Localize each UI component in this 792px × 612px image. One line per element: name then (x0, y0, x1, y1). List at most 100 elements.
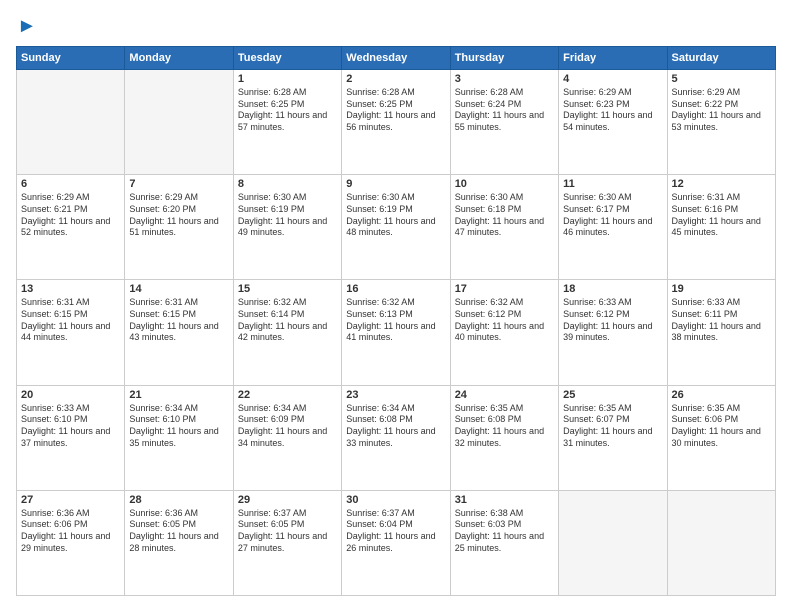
calendar-cell (559, 490, 667, 595)
logo: ► (16, 16, 37, 36)
day-info: Sunrise: 6:29 AM Sunset: 6:20 PM Dayligh… (129, 192, 228, 239)
calendar-table: SundayMondayTuesdayWednesdayThursdayFrid… (16, 46, 776, 596)
day-number: 12 (672, 178, 771, 190)
week-row-1: 1Sunrise: 6:28 AM Sunset: 6:25 PM Daylig… (17, 70, 776, 175)
calendar-cell: 10Sunrise: 6:30 AM Sunset: 6:18 PM Dayli… (450, 175, 558, 280)
day-number: 14 (129, 283, 228, 295)
day-number: 30 (346, 494, 445, 506)
day-number: 31 (455, 494, 554, 506)
calendar-cell: 13 Sunrise: 6:31 AM Sunset: 6:15 PM Dayli… (17, 280, 125, 385)
day-info: Sunrise: 6:36 AM Sunset: 6:05 PM Dayligh… (129, 508, 228, 555)
calendar-cell: 15 Sunrise: 6:32 AM Sunset: 6:14 PM Dayli… (233, 280, 341, 385)
calendar-cell: 4 Sunrise: 6:29 AM Sunset: 6:23 PM Daylig… (559, 70, 667, 175)
day-info: Sunrise: 6:29 AM Sunset: 6:23 PM Dayligh… (563, 87, 662, 134)
day-info: Sunrise: 6:33 AM Sunset: 6:10 PM Dayligh… (21, 403, 120, 450)
day-number: 13 (21, 283, 120, 295)
day-info: Sunrise: 6:34 AM Sunset: 6:09 PM Dayligh… (238, 403, 337, 450)
week-row-4: 20 Sunrise: 6:33 AM Sunset: 6:10 PM Dayli… (17, 385, 776, 490)
weekday-header-friday: Friday (559, 47, 667, 70)
day-number: 17 (455, 283, 554, 295)
calendar-cell: 27Sunrise: 6:36 AM Sunset: 6:06 PM Dayli… (17, 490, 125, 595)
day-info: Sunrise: 6:28 AM Sunset: 6:25 PM Dayligh… (346, 87, 445, 134)
day-info: Sunrise: 6:30 AM Sunset: 6:19 PM Dayligh… (346, 192, 445, 239)
week-row-3: 13 Sunrise: 6:31 AM Sunset: 6:15 PM Dayli… (17, 280, 776, 385)
day-info: Sunrise: 6:37 AM Sunset: 6:04 PM Dayligh… (346, 508, 445, 555)
day-info: Sunrise: 6:34 AM Sunset: 6:08 PM Dayligh… (346, 403, 445, 450)
day-number: 20 (21, 389, 120, 401)
calendar-cell: 11 Sunrise: 6:30 AM Sunset: 6:17 PM Dayli… (559, 175, 667, 280)
day-info: Sunrise: 6:35 AM Sunset: 6:08 PM Dayligh… (455, 403, 554, 450)
weekday-header-saturday: Saturday (667, 47, 775, 70)
calendar-cell: 19 Sunrise: 6:33 AM Sunset: 6:11 PM Dayli… (667, 280, 775, 385)
day-info: Sunrise: 6:33 AM Sunset: 6:11 PM Dayligh… (672, 297, 771, 344)
day-info: Sunrise: 6:30 AM Sunset: 6:19 PM Dayligh… (238, 192, 337, 239)
day-info: Sunrise: 6:32 AM Sunset: 6:12 PM Dayligh… (455, 297, 554, 344)
calendar-cell (17, 70, 125, 175)
day-number: 6 (21, 178, 120, 190)
calendar-cell: 25Sunrise: 6:35 AM Sunset: 6:07 PM Dayli… (559, 385, 667, 490)
day-number: 26 (672, 389, 771, 401)
day-number: 4 (563, 73, 662, 85)
calendar-cell: 31 Sunrise: 6:38 AM Sunset: 6:03 PM Dayli… (450, 490, 558, 595)
calendar-cell: 6 Sunrise: 6:29 AM Sunset: 6:21 PM Daylig… (17, 175, 125, 280)
day-info: Sunrise: 6:30 AM Sunset: 6:17 PM Dayligh… (563, 192, 662, 239)
day-number: 11 (563, 178, 662, 190)
day-number: 21 (129, 389, 228, 401)
day-number: 19 (672, 283, 771, 295)
day-number: 28 (129, 494, 228, 506)
day-number: 9 (346, 178, 445, 190)
calendar-cell: 29 Sunrise: 6:37 AM Sunset: 6:05 PM Dayli… (233, 490, 341, 595)
calendar-cell: 9 Sunrise: 6:30 AM Sunset: 6:19 PM Daylig… (342, 175, 450, 280)
day-number: 2 (346, 73, 445, 85)
calendar-cell: 23Sunrise: 6:34 AM Sunset: 6:08 PM Dayli… (342, 385, 450, 490)
day-info: Sunrise: 6:36 AM Sunset: 6:06 PM Dayligh… (21, 508, 120, 555)
day-info: Sunrise: 6:35 AM Sunset: 6:07 PM Dayligh… (563, 403, 662, 450)
day-info: Sunrise: 6:33 AM Sunset: 6:12 PM Dayligh… (563, 297, 662, 344)
day-info: Sunrise: 6:28 AM Sunset: 6:25 PM Dayligh… (238, 87, 337, 134)
day-info: Sunrise: 6:31 AM Sunset: 6:15 PM Dayligh… (129, 297, 228, 344)
day-number: 29 (238, 494, 337, 506)
day-info: Sunrise: 6:32 AM Sunset: 6:13 PM Dayligh… (346, 297, 445, 344)
calendar-cell: 14 Sunrise: 6:31 AM Sunset: 6:15 PM Dayli… (125, 280, 233, 385)
day-info: Sunrise: 6:30 AM Sunset: 6:18 PM Dayligh… (455, 192, 554, 239)
calendar-cell: 20 Sunrise: 6:33 AM Sunset: 6:10 PM Dayli… (17, 385, 125, 490)
day-info: Sunrise: 6:35 AM Sunset: 6:06 PM Dayligh… (672, 403, 771, 450)
calendar-cell: 2 Sunrise: 6:28 AM Sunset: 6:25 PM Daylig… (342, 70, 450, 175)
day-number: 18 (563, 283, 662, 295)
calendar-cell (667, 490, 775, 595)
calendar-cell: 8Sunrise: 6:30 AM Sunset: 6:19 PM Daylig… (233, 175, 341, 280)
weekday-header-tuesday: Tuesday (233, 47, 341, 70)
logo-arrow-icon: ► (17, 16, 37, 36)
calendar-cell: 28 Sunrise: 6:36 AM Sunset: 6:05 PM Dayli… (125, 490, 233, 595)
day-number: 22 (238, 389, 337, 401)
day-info: Sunrise: 6:31 AM Sunset: 6:15 PM Dayligh… (21, 297, 120, 344)
day-info: Sunrise: 6:38 AM Sunset: 6:03 PM Dayligh… (455, 508, 554, 555)
calendar-cell: 16 Sunrise: 6:32 AM Sunset: 6:13 PM Dayli… (342, 280, 450, 385)
day-number: 24 (455, 389, 554, 401)
weekday-header-thursday: Thursday (450, 47, 558, 70)
day-number: 15 (238, 283, 337, 295)
calendar-cell: 3Sunrise: 6:28 AM Sunset: 6:24 PM Daylig… (450, 70, 558, 175)
day-info: Sunrise: 6:28 AM Sunset: 6:24 PM Dayligh… (455, 87, 554, 134)
calendar-cell: 12 Sunrise: 6:31 AM Sunset: 6:16 PM Dayli… (667, 175, 775, 280)
day-info: Sunrise: 6:31 AM Sunset: 6:16 PM Dayligh… (672, 192, 771, 239)
page: ► SundayMondayTuesdayWednesdayThursdayFr… (0, 0, 792, 612)
weekday-header-wednesday: Wednesday (342, 47, 450, 70)
calendar-cell: 7 Sunrise: 6:29 AM Sunset: 6:20 PM Daylig… (125, 175, 233, 280)
calendar-cell: 30 Sunrise: 6:37 AM Sunset: 6:04 PM Dayli… (342, 490, 450, 595)
day-number: 16 (346, 283, 445, 295)
day-info: Sunrise: 6:29 AM Sunset: 6:22 PM Dayligh… (672, 87, 771, 134)
day-info: Sunrise: 6:37 AM Sunset: 6:05 PM Dayligh… (238, 508, 337, 555)
calendar-cell: 21Sunrise: 6:34 AM Sunset: 6:10 PM Dayli… (125, 385, 233, 490)
week-row-5: 27Sunrise: 6:36 AM Sunset: 6:06 PM Dayli… (17, 490, 776, 595)
calendar-cell (125, 70, 233, 175)
weekday-header-row: SundayMondayTuesdayWednesdayThursdayFrid… (17, 47, 776, 70)
calendar-cell: 1Sunrise: 6:28 AM Sunset: 6:25 PM Daylig… (233, 70, 341, 175)
calendar-cell: 22 Sunrise: 6:34 AM Sunset: 6:09 PM Dayli… (233, 385, 341, 490)
calendar-cell: 17 Sunrise: 6:32 AM Sunset: 6:12 PM Dayli… (450, 280, 558, 385)
day-number: 7 (129, 178, 228, 190)
day-info: Sunrise: 6:29 AM Sunset: 6:21 PM Dayligh… (21, 192, 120, 239)
calendar-cell: 24 Sunrise: 6:35 AM Sunset: 6:08 PM Dayli… (450, 385, 558, 490)
day-info: Sunrise: 6:32 AM Sunset: 6:14 PM Dayligh… (238, 297, 337, 344)
week-row-2: 6 Sunrise: 6:29 AM Sunset: 6:21 PM Daylig… (17, 175, 776, 280)
